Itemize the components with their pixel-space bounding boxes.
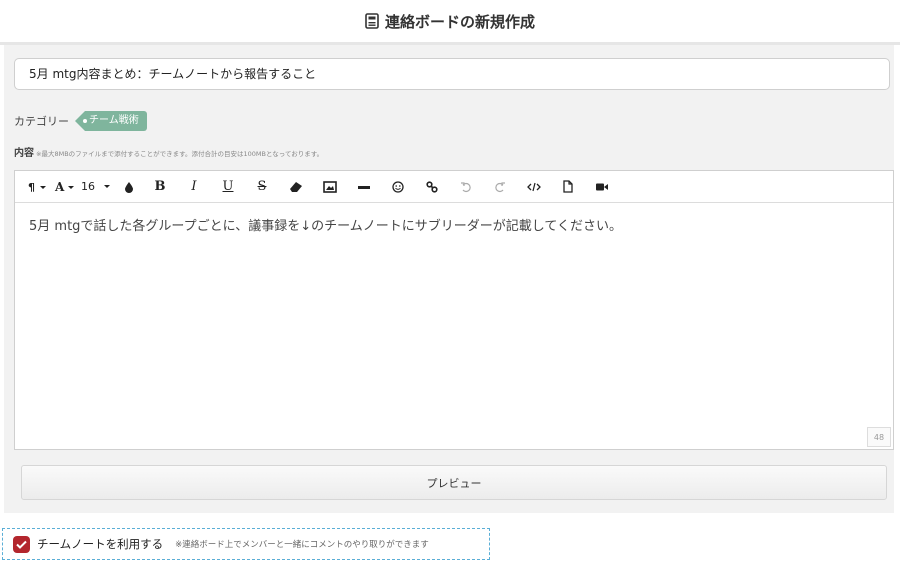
redo-icon[interactable] (483, 177, 517, 197)
teamnote-checkbox[interactable] (13, 535, 30, 553)
underline-icon[interactable]: U (211, 177, 245, 197)
category-tag-label: チーム戦術 (89, 115, 139, 126)
font-size-select[interactable]: 16 (81, 177, 115, 197)
teamnote-label: チームノートを利用する (37, 537, 164, 551)
category-tag-body: チーム戦術 (83, 111, 147, 131)
preview-button[interactable]: プレビュー (21, 465, 887, 500)
font-icon[interactable]: A (51, 177, 81, 197)
editor-content[interactable]: 5月 mtgで話した各グループごとに、議事録を↓のチームノートにサブリーダーが記… (15, 203, 893, 246)
link-icon[interactable] (415, 177, 449, 197)
calculator-icon (365, 13, 379, 29)
file-icon[interactable] (551, 177, 585, 197)
italic-icon[interactable]: I (177, 177, 211, 197)
page-title: 連絡ボードの新規作成 (384, 12, 535, 31)
undo-icon[interactable] (449, 177, 483, 197)
content-row: 内容 ※最大8MBのファイルまで添付することができます。添付合計の目安は100M… (14, 144, 323, 159)
teamnote-note: ※連絡ボード上でメンバーと一緒にコメントのやり取りができます (175, 540, 429, 550)
category-tag[interactable]: チーム戦術 (75, 111, 147, 131)
video-icon[interactable] (585, 177, 619, 197)
strikethrough-icon[interactable]: S (245, 177, 279, 197)
title-input[interactable]: 5月 mtg内容まとめ：チームノートから報告すること (14, 58, 890, 90)
teamnote-option[interactable]: チームノートを利用する ※連絡ボード上でメンバーと一緒にコメントのやり取りができ… (2, 528, 490, 560)
bold-icon[interactable]: B (143, 177, 177, 197)
image-icon[interactable] (313, 177, 347, 197)
code-icon[interactable] (517, 177, 551, 197)
svg-text:¶: ¶ (28, 181, 35, 193)
attachment-note: ※最大8MBのファイルまで添付することができます。添付合計の目安は100MBとな… (36, 150, 324, 158)
category-row: カテゴリー チーム戦術 (14, 111, 147, 131)
font-size-value: 16 (81, 180, 95, 193)
color-drop-icon[interactable] (115, 177, 143, 197)
editor-toolbar: ¶ A 16 B I U S (15, 171, 893, 203)
svg-text:A: A (54, 181, 65, 193)
category-label: カテゴリー (14, 115, 69, 128)
page-header: 連絡ボードの新規作成 (0, 0, 900, 45)
checkmark-icon (16, 540, 27, 549)
eraser-icon[interactable] (279, 177, 313, 197)
content-label: 内容 (14, 148, 34, 159)
horizontal-rule-icon[interactable] (347, 177, 381, 197)
tag-hole-icon (83, 119, 87, 123)
chevron-down-icon (104, 184, 110, 188)
emoji-icon[interactable] (381, 177, 415, 197)
character-count: 48 (867, 427, 891, 447)
rich-text-editor: ¶ A 16 B I U S 5月 mtgで話した各グループごとに、議事録を↓の… (14, 170, 894, 450)
paragraph-icon[interactable]: ¶ (25, 177, 51, 197)
